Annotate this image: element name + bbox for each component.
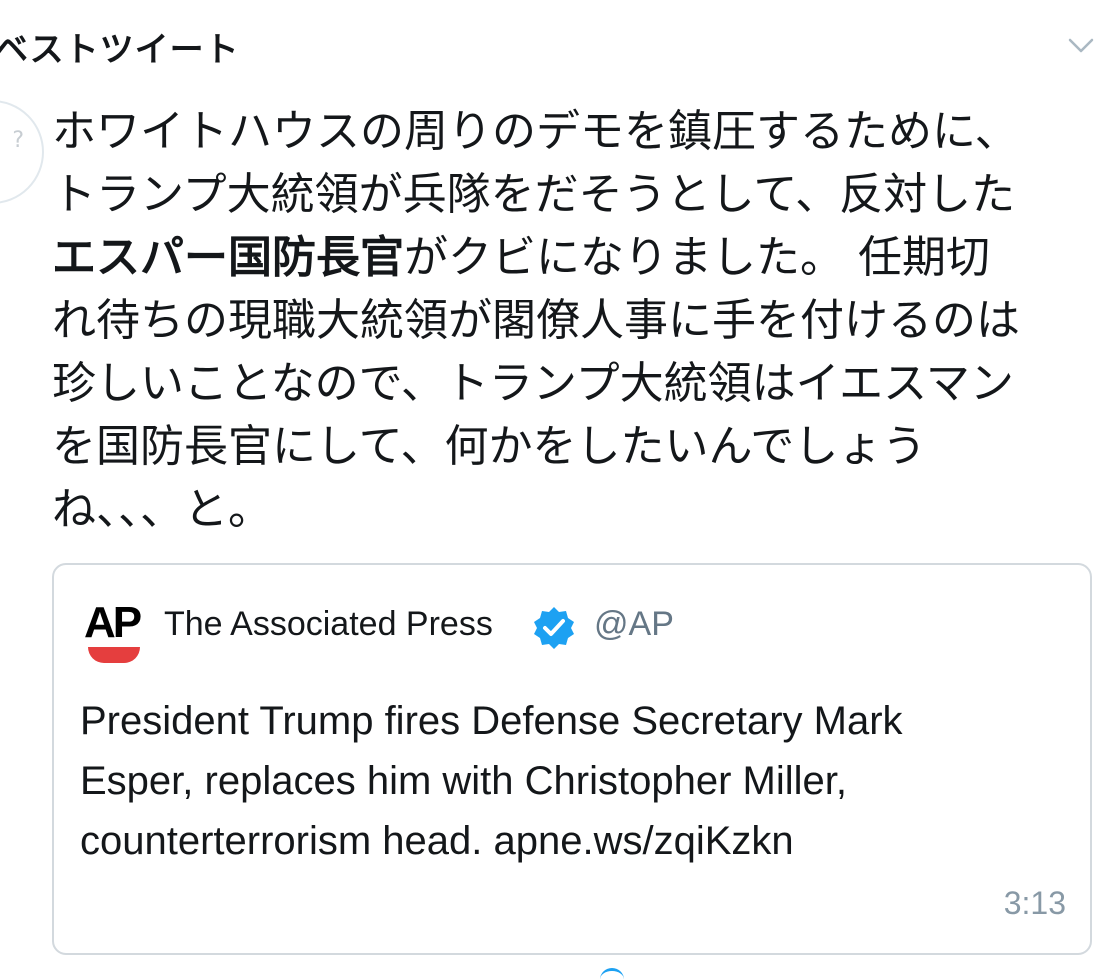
quoted-author-handle[interactable]: @AP <box>594 605 674 644</box>
quoted-tweet-text: President Trump fires Defense Secretary … <box>80 699 903 863</box>
ap-logo-text: AP <box>84 598 142 647</box>
tweet-text-part-1: ホワイトハウスの周りのデモを鎮圧するために、 トランプ大統領が兵隊をだそうとして… <box>52 106 1019 220</box>
best-tweet-screen: ベストツイート ? ホワイトハウスの周りのデモを鎮圧するために、 トランプ大統領… <box>0 0 1110 979</box>
quoted-tweet-card[interactable]: AP The Associated Press @AP President Tr… <box>52 563 1092 955</box>
tweet-text: ホワイトハウスの周りのデモを鎮圧するために、 トランプ大統領が兵隊をだそうとして… <box>52 100 1052 541</box>
quoted-tweet-timestamp[interactable]: 3:13 <box>1004 885 1066 922</box>
partial-action-icon <box>600 968 624 979</box>
quoted-author-name[interactable]: The Associated Press <box>164 605 493 644</box>
section-title: ベストツイート <box>0 30 240 70</box>
avatar[interactable]: ? <box>0 100 44 204</box>
tweet-text-bold: エスパー国防長官 <box>52 232 404 283</box>
avatar-placeholder-icon: ? <box>12 128 24 153</box>
ap-logo: AP <box>84 601 146 667</box>
ap-logo-swoosh <box>88 647 140 663</box>
chevron-down-icon[interactable] <box>1066 30 1096 60</box>
verified-badge-icon <box>534 607 574 649</box>
